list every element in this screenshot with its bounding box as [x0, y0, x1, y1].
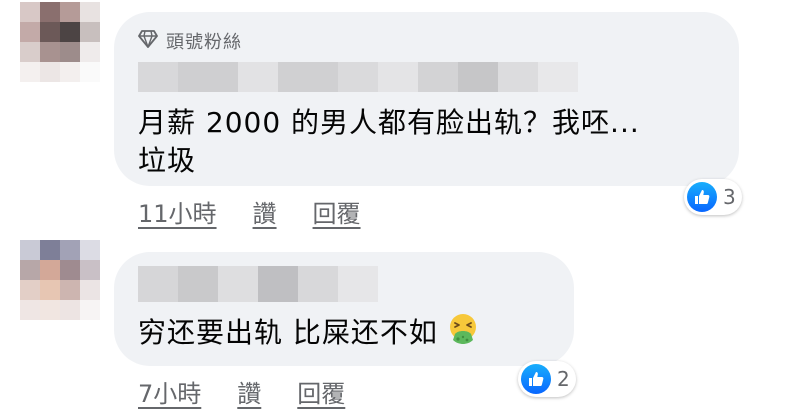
like-icon: [687, 182, 717, 212]
reaction-count: 2: [557, 367, 570, 391]
comment-actions: 11小時 讚 回覆: [138, 194, 361, 229]
commenter-avatar[interactable]: [20, 240, 100, 320]
reply-button[interactable]: 回覆: [297, 374, 345, 409]
reply-button[interactable]: 回覆: [313, 194, 361, 229]
comment-text: 月薪 2000 的男人都有脸出轨？我呸... 垃圾: [138, 106, 640, 177]
comment-text: 穷还要出轨 比屎还不如: [138, 312, 568, 356]
commenter-name[interactable]: [138, 62, 578, 92]
nauseated-face-emoji: [446, 312, 480, 356]
like-button[interactable]: 讚: [253, 194, 277, 229]
reaction-summary[interactable]: 3: [684, 179, 742, 215]
commenter-name[interactable]: [138, 266, 378, 302]
like-icon: [521, 364, 551, 394]
comment-timestamp[interactable]: 7小時: [138, 374, 201, 409]
reaction-count: 3: [723, 185, 736, 209]
badge-label: 頭號粉絲: [166, 32, 242, 53]
commenter-avatar[interactable]: [20, 2, 100, 82]
comment-timestamp[interactable]: 11小時: [138, 194, 217, 229]
comment-actions: 7小時 讚 回覆: [138, 374, 345, 409]
diamond-icon: [138, 29, 158, 53]
like-button[interactable]: 讚: [237, 374, 261, 409]
top-fan-badge: 頭號粉絲: [138, 28, 242, 54]
reaction-summary[interactable]: 2: [518, 361, 576, 397]
